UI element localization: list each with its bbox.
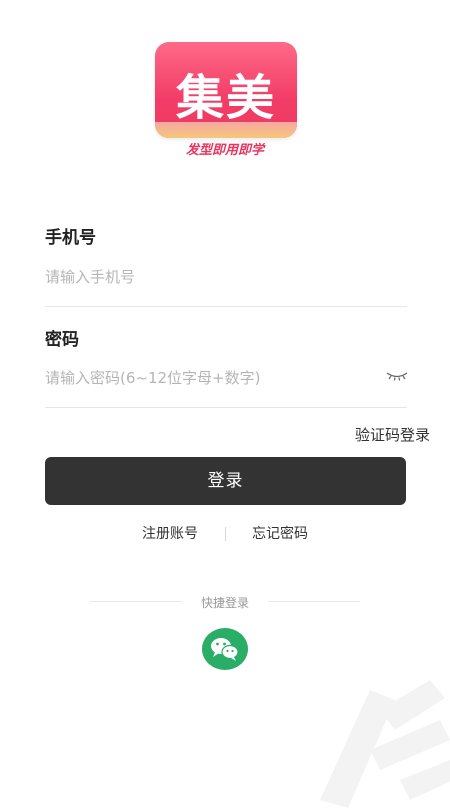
watermark-graphic xyxy=(320,680,450,808)
forgot-password-link[interactable]: 忘记密码 xyxy=(252,526,308,542)
link-separator xyxy=(224,527,226,541)
password-divider xyxy=(45,407,407,408)
login-button[interactable]: 登录 xyxy=(45,457,406,505)
wechat-icon xyxy=(211,638,239,661)
quick-login-label: 快捷登录 xyxy=(200,596,249,610)
register-link[interactable]: 注册账号 xyxy=(142,526,198,542)
password-input[interactable] xyxy=(45,367,375,389)
sms-login-link[interactable]: 验证码登录 xyxy=(355,424,430,445)
account-links: 注册账号 忘记密码 xyxy=(0,523,450,543)
eye-closed-icon[interactable] xyxy=(385,370,409,382)
logo-text: 集美 xyxy=(175,70,276,126)
wechat-login-button[interactable] xyxy=(202,628,248,670)
logo-slogan: 发型即用即学 xyxy=(185,143,264,158)
app-logo: 集美 xyxy=(155,42,297,142)
logo-badge: 集美 xyxy=(155,42,297,138)
password-label: 密码 xyxy=(45,330,79,350)
phone-divider xyxy=(45,306,407,307)
phone-label: 手机号 xyxy=(45,228,96,248)
logo-band xyxy=(155,122,297,138)
phone-input[interactable] xyxy=(45,266,405,288)
